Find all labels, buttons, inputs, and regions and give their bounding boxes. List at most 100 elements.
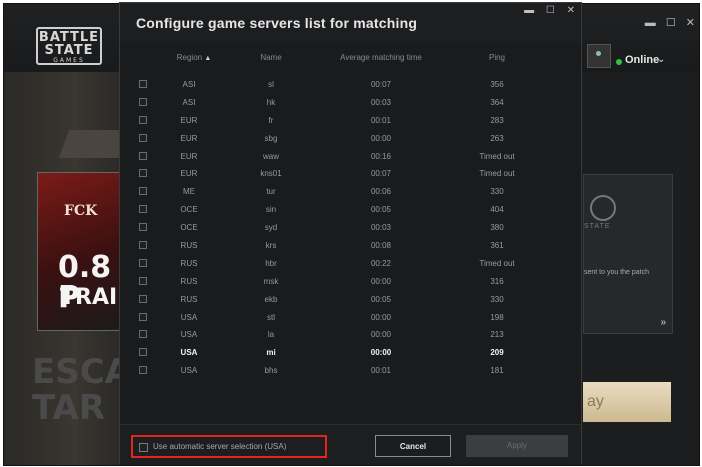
table-row[interactable]: ASI sl 00:07 356 [120, 76, 581, 94]
row-ping: 263 [490, 133, 504, 143]
table-row[interactable]: USA bhs 00:01 181 [120, 362, 581, 380]
row-checkbox[interactable] [139, 205, 147, 214]
row-ping: 330 [490, 294, 504, 304]
table-row[interactable]: RUS msk 00:00 316 [120, 273, 581, 291]
table-row[interactable]: OCE sin 00:05 404 [120, 201, 581, 219]
row-region: ASI [182, 80, 196, 89]
table-row[interactable]: EUR waw 00:16 Timed out [120, 148, 581, 166]
news-trailer-card[interactable]: FCK 0.8 P TRAILE [37, 172, 125, 331]
row-checkbox[interactable] [139, 169, 147, 178]
maximize-icon[interactable]: ☐ [666, 17, 676, 29]
column-header-name[interactable]: Name [245, 53, 297, 62]
emblem-icon [590, 195, 616, 221]
row-name: tur [266, 187, 276, 197]
row-region: USA [180, 330, 198, 340]
row-checkbox[interactable] [139, 258, 147, 267]
row-ping: 330 [490, 187, 504, 197]
row-time: 00:08 [370, 241, 392, 251]
status-label[interactable]: Online [625, 54, 659, 66]
auto-select-label[interactable]: Use automatic server selection (USA) [153, 442, 286, 451]
row-ping: 213 [490, 330, 504, 340]
row-name: msk [263, 276, 279, 286]
table-row[interactable]: OCE syd 00:03 380 [120, 219, 581, 237]
dialog-window-controls: ▬ ☐ ✕ [515, 5, 575, 16]
play-button[interactable]: ay [583, 382, 671, 422]
row-region: OCE [180, 205, 198, 215]
avatar[interactable] [587, 44, 611, 68]
row-time: 00:01 [370, 115, 392, 125]
apply-button[interactable]: Apply [466, 435, 568, 457]
row-checkbox[interactable] [139, 294, 147, 303]
row-region: EUR [180, 151, 198, 161]
column-header-region[interactable]: Region ▲ [168, 53, 220, 62]
row-checkbox[interactable] [139, 348, 147, 357]
table-row[interactable]: RUS krs 00:08 361 [120, 237, 581, 255]
trailer-subtitle: TRAILE [60, 285, 124, 310]
row-checkbox[interactable] [139, 276, 147, 285]
row-time: 00:05 [370, 205, 392, 215]
row-time: 00:00 [370, 312, 392, 322]
launcher-window-controls: ▬ ☐ ✕ [638, 16, 695, 29]
row-checkbox[interactable] [139, 312, 147, 321]
cancel-button[interactable]: Cancel [375, 435, 451, 457]
game-logo: ESCA TAR [32, 354, 131, 444]
row-time: 00:06 [370, 187, 392, 197]
dialog-header: Configure game servers list for matching… [120, 3, 581, 43]
minimize-icon[interactable]: ▬ [645, 17, 656, 29]
row-ping: 198 [490, 312, 504, 322]
row-name: fr [268, 115, 274, 125]
row-time: 00:07 [370, 80, 392, 89]
row-region: USA [180, 312, 198, 322]
close-icon[interactable]: ✕ [567, 5, 575, 16]
row-ping: 361 [490, 241, 504, 251]
row-time: 00:07 [370, 169, 392, 179]
row-region: EUR [180, 169, 198, 179]
row-time: 00:03 [370, 97, 392, 107]
row-checkbox[interactable] [139, 133, 147, 142]
auto-select-checkbox[interactable] [139, 443, 148, 452]
row-checkbox[interactable] [139, 223, 147, 232]
row-checkbox[interactable] [139, 187, 147, 196]
dialog-footer: Use automatic server selection (USA) Can… [120, 424, 581, 465]
table-row[interactable]: RUS ekb 00:05 330 [120, 291, 581, 309]
row-name: waw [262, 151, 279, 161]
sort-asc-icon: ▲ [204, 55, 212, 62]
row-checkbox[interactable] [139, 330, 147, 339]
row-name: ekb [264, 294, 278, 304]
table-row[interactable]: ME tur 00:06 330 [120, 183, 581, 201]
row-checkbox[interactable] [139, 241, 147, 250]
auto-select-highlight[interactable]: Use automatic server selection (USA) [131, 435, 327, 458]
row-ping: Timed out [479, 169, 515, 179]
table-row[interactable]: EUR fr 00:01 283 [120, 112, 581, 130]
table-row[interactable]: USA mi 00:00 209 [120, 344, 581, 362]
row-checkbox[interactable] [139, 366, 147, 375]
table-row[interactable]: EUR sbg 00:00 263 [120, 130, 581, 148]
maximize-icon[interactable]: ☐ [546, 5, 555, 16]
table-row[interactable]: USA stl 00:00 198 [120, 309, 581, 327]
row-name: kns01 [260, 169, 282, 179]
table-row[interactable]: RUS hbr 00:22 Timed out [120, 255, 581, 273]
row-ping: 181 [490, 366, 504, 376]
row-time: 00:01 [370, 366, 392, 376]
close-icon[interactable]: ✕ [686, 17, 695, 29]
table-row[interactable]: USA la 00:00 213 [120, 326, 581, 344]
row-name: syd [264, 223, 278, 233]
row-ping: 209 [490, 348, 504, 358]
minimize-icon[interactable]: ▬ [524, 5, 534, 16]
dialog-title: Configure game servers list for matching [136, 15, 418, 31]
row-checkbox[interactable] [139, 115, 147, 124]
news-snippet: sent to you the patch [584, 269, 649, 276]
table-row[interactable]: ASI hk 00:03 364 [120, 94, 581, 112]
more-icon[interactable]: » [660, 317, 666, 328]
chevron-down-icon[interactable]: ⌄ [657, 54, 665, 65]
row-name: sin [265, 205, 277, 215]
row-region: RUS [180, 258, 198, 268]
news-panel: STATE sent to you the patch » [583, 174, 673, 334]
news-brand: STATE [584, 223, 611, 230]
table-row[interactable]: EUR kns01 00:07 Timed out [120, 165, 581, 183]
column-header-ping[interactable]: Ping [465, 53, 529, 62]
row-checkbox[interactable] [139, 97, 147, 106]
row-checkbox[interactable] [139, 151, 147, 160]
row-checkbox[interactable] [139, 80, 147, 88]
column-header-time[interactable]: Average matching time [325, 53, 437, 62]
